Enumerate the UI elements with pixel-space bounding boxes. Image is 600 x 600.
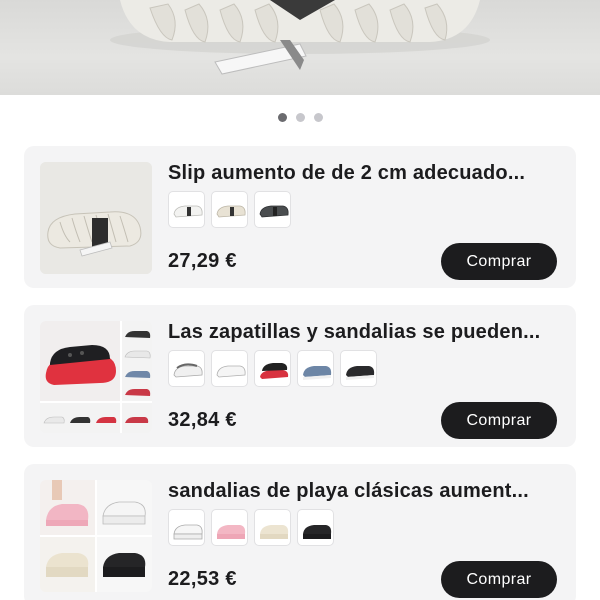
- variant-thumbnail[interactable]: [168, 191, 205, 228]
- buy-button[interactable]: Comprar: [441, 243, 557, 280]
- product-price: 27,29 €: [168, 250, 237, 272]
- product-image[interactable]: [40, 480, 152, 592]
- product-image[interactable]: [40, 162, 152, 274]
- variant-thumbnail[interactable]: [340, 350, 377, 387]
- product-image[interactable]: [40, 321, 152, 433]
- variant-thumbnail[interactable]: [254, 350, 291, 387]
- product-card[interactable]: Slip aumento de de 2 cm adecuado... 27,2…: [24, 146, 576, 288]
- carousel-dot[interactable]: [277, 113, 287, 122]
- variant-thumbnail[interactable]: [254, 191, 291, 228]
- variant-thumbnail[interactable]: [168, 509, 205, 546]
- buy-button[interactable]: Comprar: [441, 561, 557, 598]
- carousel-indicator: [0, 113, 600, 122]
- carousel-dot[interactable]: [295, 113, 305, 122]
- product-title[interactable]: sandalias de playa clásicas aument...: [168, 480, 560, 503]
- product-card[interactable]: Las zapatillas y sandalias se pueden... …: [24, 305, 576, 447]
- variant-thumbnail[interactable]: [211, 509, 248, 546]
- variant-thumbnail[interactable]: [297, 350, 334, 387]
- product-title[interactable]: Slip aumento de de 2 cm adecuado...: [168, 162, 560, 185]
- product-price: 22,53 €: [168, 568, 237, 590]
- product-price: 32,84 €: [168, 409, 237, 431]
- variant-thumbnail[interactable]: [168, 350, 205, 387]
- variant-thumbnail[interactable]: [297, 509, 334, 546]
- variant-thumbnails: [168, 509, 334, 546]
- product-title[interactable]: Las zapatillas y sandalias se pueden...: [168, 321, 560, 344]
- variant-thumbnails: [168, 350, 377, 387]
- variant-thumbnail[interactable]: [254, 509, 291, 546]
- product-card[interactable]: sandalias de playa clásicas aument... 22…: [24, 464, 576, 600]
- buy-button[interactable]: Comprar: [441, 402, 557, 439]
- carousel-dot[interactable]: [313, 113, 323, 122]
- variant-thumbnails: [168, 191, 291, 228]
- hero-product-image[interactable]: [0, 0, 600, 95]
- variant-thumbnail[interactable]: [211, 191, 248, 228]
- variant-thumbnail[interactable]: [211, 350, 248, 387]
